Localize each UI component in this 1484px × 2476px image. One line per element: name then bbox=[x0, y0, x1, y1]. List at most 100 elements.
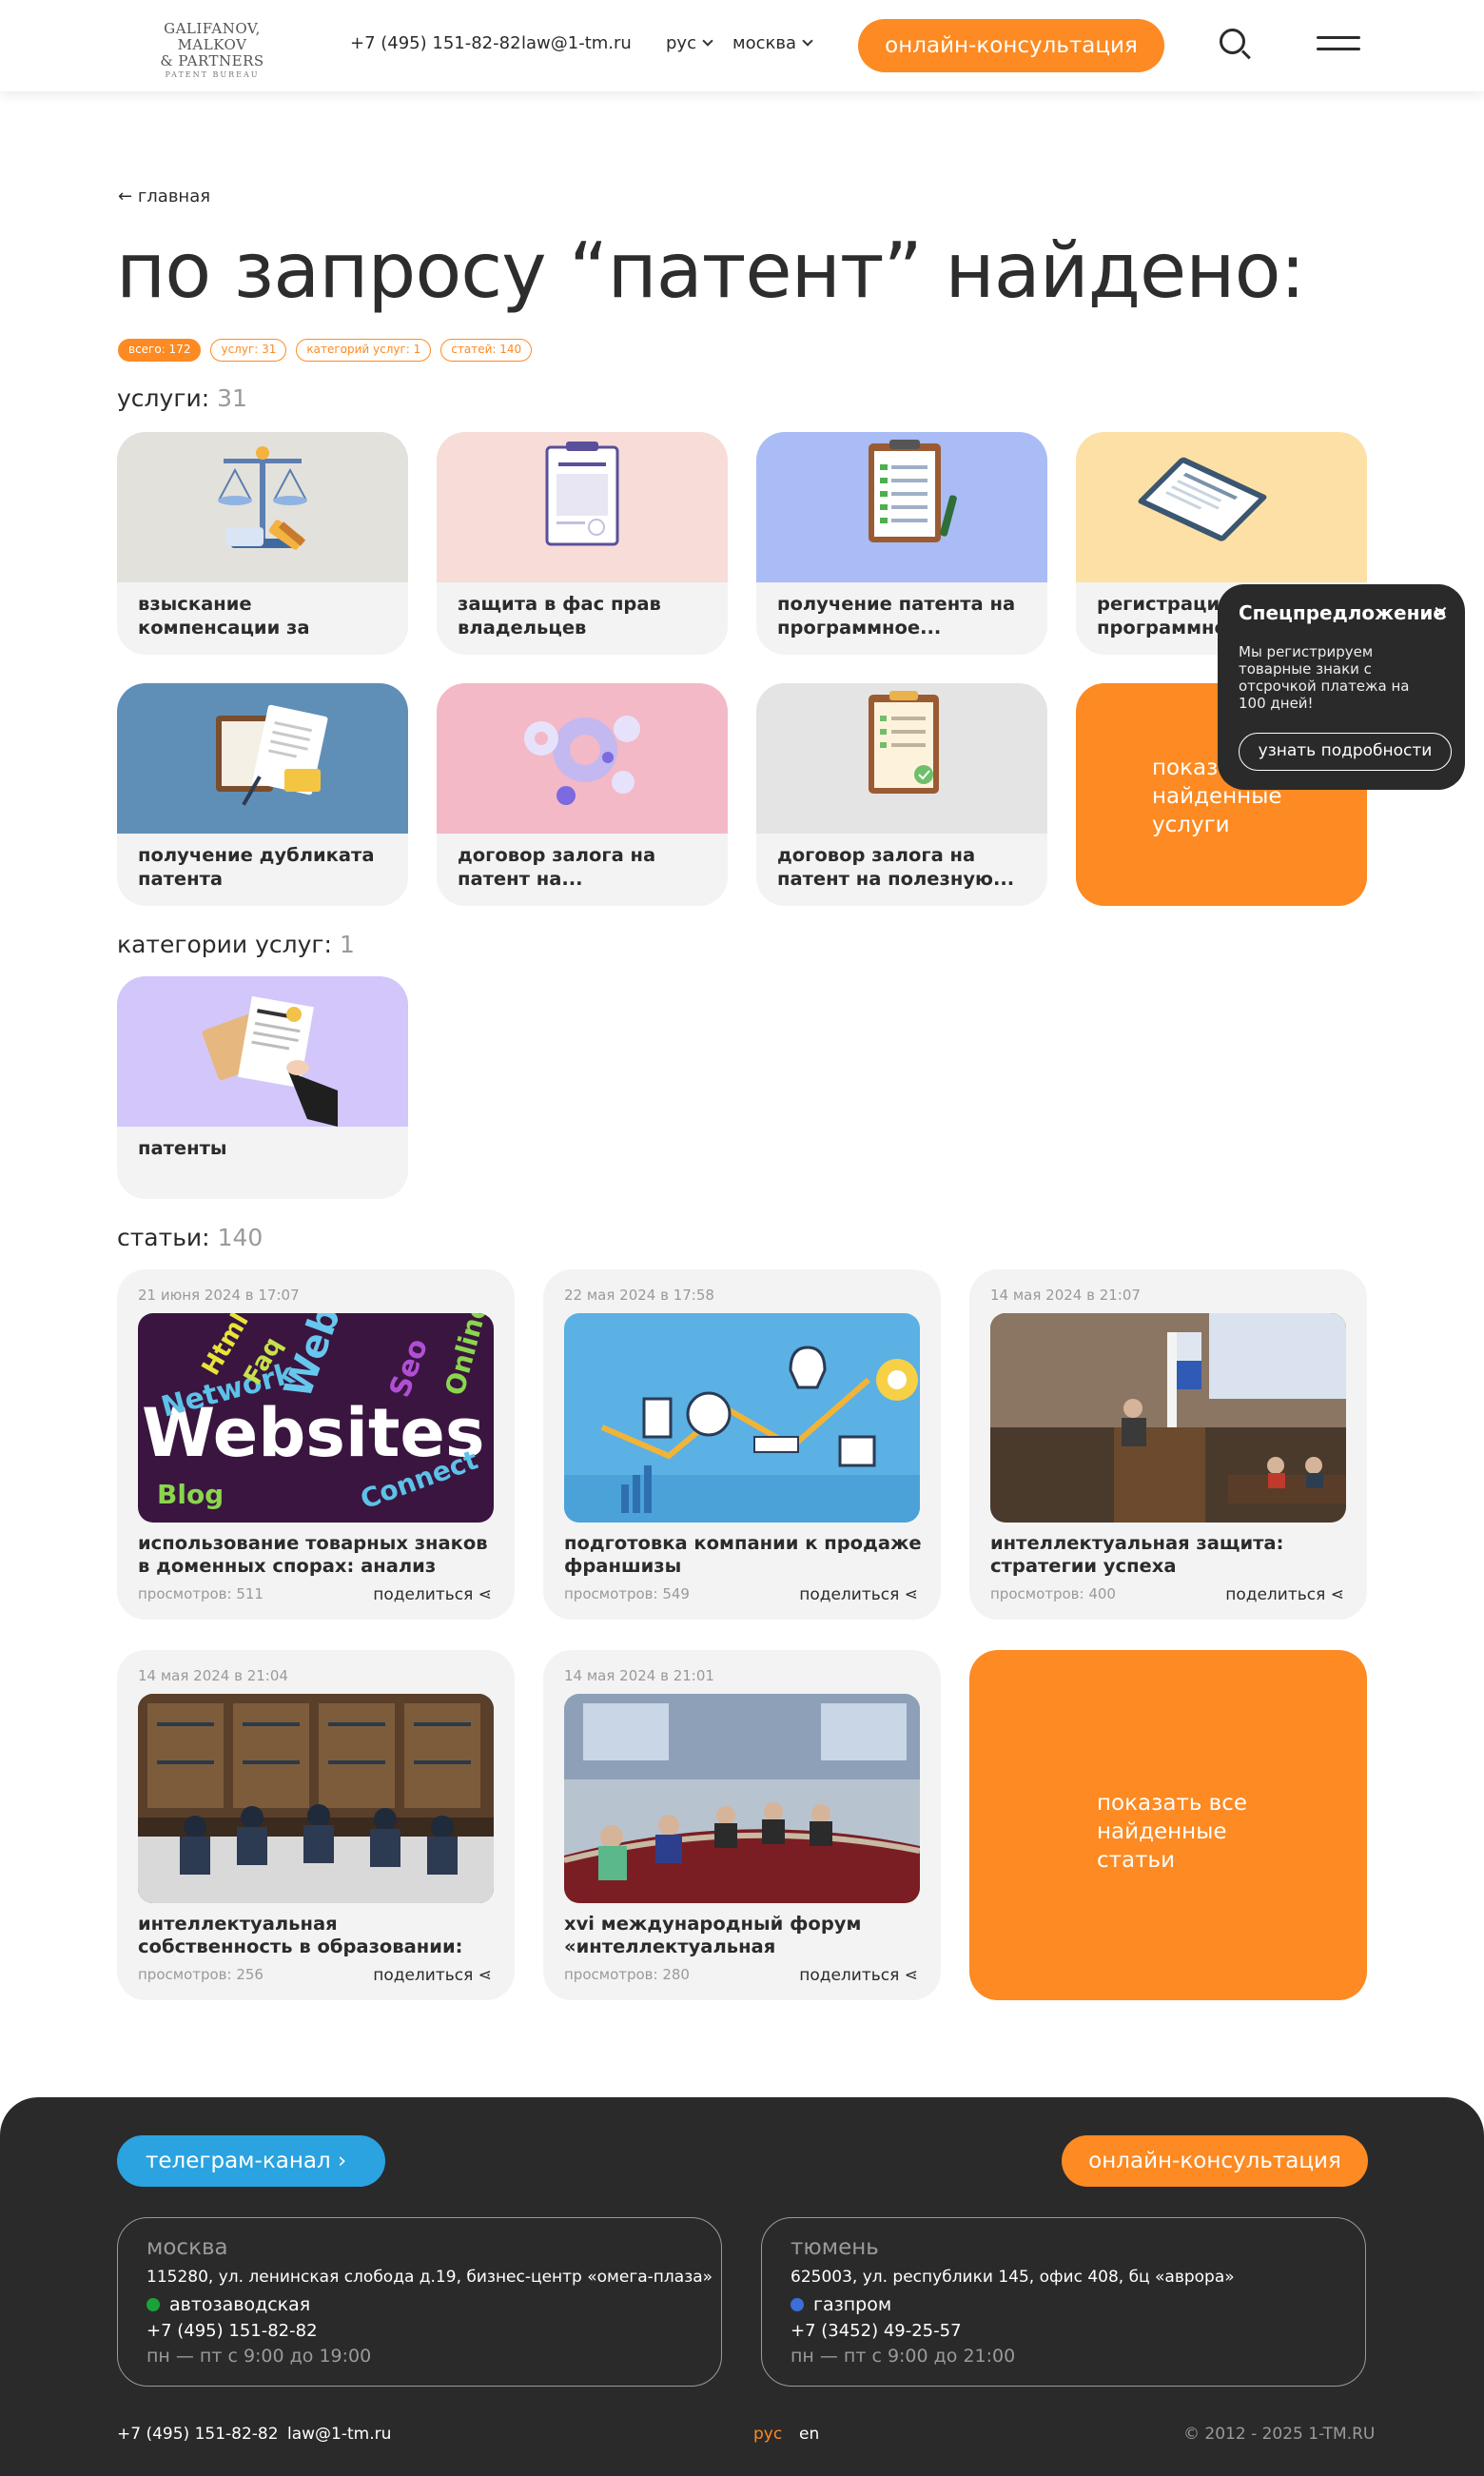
service-title: взыскание компенсации за нарушение патен… bbox=[138, 593, 372, 641]
article-date: 14 мая 2024 в 21:07 bbox=[990, 1287, 1141, 1304]
share-button[interactable]: поделиться ⋖ bbox=[799, 1966, 918, 1985]
office-card-moscow: москва 115280, ул. ленинская слобода д.1… bbox=[117, 2217, 722, 2387]
article-views: просмотров: 549 bbox=[564, 1585, 690, 1602]
article-card[interactable]: 14 мая 2024 в 21:07 интеллектуальная защ… bbox=[969, 1269, 1367, 1620]
article-card[interactable]: 21 июня 2024 в 17:07 Websites Web Networ… bbox=[117, 1269, 515, 1620]
article-title: использование товарных знаков в доменных… bbox=[138, 1532, 488, 1580]
article-image bbox=[990, 1313, 1346, 1523]
service-image bbox=[1076, 432, 1367, 582]
footer-consultation-button[interactable]: онлайн-консультация bbox=[1062, 2135, 1368, 2187]
hamburger-menu-icon[interactable] bbox=[1317, 36, 1360, 53]
article-title: интеллектуальная собственность в образов… bbox=[138, 1913, 463, 1960]
office-location: газпром bbox=[791, 2294, 891, 2315]
article-card[interactable]: 22 мая 2024 в 17:58 подготовка компании … bbox=[543, 1269, 941, 1620]
chip-articles[interactable]: статей: 140 bbox=[440, 339, 533, 362]
chevron-down-icon bbox=[802, 35, 813, 47]
service-card[interactable]: получение дубликата патента bbox=[117, 683, 408, 906]
site-footer: телеграм-канал › онлайн-консультация мос… bbox=[0, 2097, 1484, 2476]
office-city: москва bbox=[146, 2235, 228, 2260]
footer-lang-ru[interactable]: рус bbox=[753, 2425, 782, 2444]
article-card[interactable]: 14 мая 2024 в 21:04 интеллектуальная соб… bbox=[117, 1650, 515, 2000]
header-email-link[interactable]: law@1-tm.ru bbox=[521, 33, 632, 53]
services-heading-label: услуги: bbox=[117, 384, 210, 412]
share-icon: ⋖ bbox=[904, 1966, 918, 1985]
office-phone-link[interactable]: +7 (3452) 49-25-57 bbox=[791, 2321, 962, 2341]
chevron-right-icon: › bbox=[337, 2149, 347, 2173]
article-image bbox=[564, 1694, 920, 1903]
article-image: Websites Web Network Blog Connect Html F… bbox=[138, 1313, 494, 1523]
language-select[interactable]: рус bbox=[666, 33, 713, 53]
office-metro: автозаводская bbox=[146, 2294, 310, 2315]
category-card[interactable]: патенты bbox=[117, 976, 408, 1199]
location-label: газпром bbox=[813, 2294, 892, 2315]
share-icon: ⋖ bbox=[478, 1966, 492, 1985]
chip-services[interactable]: услуг: 31 bbox=[210, 339, 287, 362]
article-image bbox=[564, 1313, 920, 1523]
service-card[interactable]: взыскание компенсации за нарушение патен… bbox=[117, 432, 408, 655]
telegram-channel-button[interactable]: телеграм-канал › bbox=[117, 2135, 385, 2187]
footer-phone-link[interactable]: +7 (495) 151-82-82 bbox=[117, 2425, 279, 2444]
service-image bbox=[117, 683, 408, 834]
article-date: 14 мая 2024 в 21:01 bbox=[564, 1667, 714, 1684]
word-blog: Blog bbox=[157, 1479, 224, 1510]
share-icon: ⋖ bbox=[478, 1585, 492, 1604]
article-title: xvi международный форум «интеллектуальна… bbox=[564, 1913, 862, 1960]
share-button[interactable]: поделиться ⋖ bbox=[373, 1585, 492, 1604]
consultation-button[interactable]: онлайн-консультация bbox=[858, 19, 1164, 72]
article-title: подготовка компании к продаже франшизы bbox=[564, 1532, 922, 1577]
metro-label: автозаводская bbox=[169, 2294, 311, 2315]
special-offer-popup: Спецпредложение ✕ Мы регистрируем товарн… bbox=[1218, 584, 1465, 790]
chip-categories[interactable]: категорий услуг: 1 bbox=[296, 339, 432, 362]
service-card[interactable]: получение патента на программное... bbox=[756, 432, 1047, 655]
category-title: патенты bbox=[138, 1137, 227, 1159]
share-label: поделиться bbox=[799, 1966, 900, 1985]
article-date: 21 июня 2024 в 17:07 bbox=[138, 1287, 300, 1304]
service-title: договор залога на патент на... bbox=[458, 844, 656, 890]
chip-all[interactable]: всего: 172 bbox=[118, 339, 202, 362]
office-address: 625003, ул. республики 145, офис 408, бц… bbox=[791, 2268, 1235, 2287]
header-phone-link[interactable]: +7 (495) 151-82-82 bbox=[350, 33, 521, 53]
service-image bbox=[437, 432, 728, 582]
service-title: получение патента на программное... bbox=[777, 593, 1016, 639]
location-icon bbox=[791, 2298, 804, 2311]
back-link-label: главная bbox=[137, 187, 211, 206]
service-card[interactable]: договор залога на патент на... bbox=[437, 683, 728, 906]
share-button[interactable]: поделиться ⋖ bbox=[799, 1585, 918, 1604]
promo-details-button[interactable]: узнать подробности bbox=[1239, 733, 1452, 771]
city-select[interactable]: москва bbox=[732, 33, 813, 53]
services-count: 31 bbox=[217, 384, 247, 412]
logo-line1: GALIFANOV, MALKOV bbox=[164, 20, 261, 53]
share-button[interactable]: поделиться ⋖ bbox=[1225, 1585, 1344, 1604]
footer-lang-en[interactable]: en bbox=[799, 2425, 819, 2444]
office-card-tyumen: тюмень 625003, ул. республики 145, офис … bbox=[761, 2217, 1366, 2387]
chevron-down-icon bbox=[702, 35, 713, 47]
service-card[interactable]: защита в фас прав владельцев товарных... bbox=[437, 432, 728, 655]
service-image bbox=[756, 432, 1047, 582]
category-image bbox=[117, 976, 408, 1127]
show-all-articles-label: показать все найденные статьи bbox=[1097, 1791, 1248, 1873]
office-city: тюмень bbox=[791, 2235, 879, 2260]
service-title: защита в фас прав владельцев товарных... bbox=[458, 593, 661, 641]
articles-heading: статьи: 140 bbox=[117, 1224, 263, 1251]
office-address: 115280, ул. ленинская слобода д.19, бизн… bbox=[146, 2268, 713, 2287]
office-hours: пн — пт с 9:00 до 19:00 bbox=[146, 2346, 372, 2367]
close-icon[interactable]: ✕ bbox=[1433, 601, 1449, 624]
share-label: поделиться bbox=[1225, 1585, 1326, 1604]
footer-email-link[interactable]: law@1-tm.ru bbox=[287, 2425, 391, 2444]
filter-chips: всего: 172 услуг: 31 категорий услуг: 1 … bbox=[118, 339, 533, 362]
article-views: просмотров: 256 bbox=[138, 1966, 264, 1983]
show-all-articles-button[interactable]: показать все найденные статьи bbox=[969, 1650, 1367, 2000]
article-views: просмотров: 280 bbox=[564, 1966, 690, 1983]
logo[interactable]: GALIFANOV, MALKOV & PARTNERS PATENT BURE… bbox=[131, 21, 293, 81]
article-title: интеллектуальная защита: стратегии успех… bbox=[990, 1532, 1284, 1577]
office-phone-link[interactable]: +7 (495) 151-82-82 bbox=[146, 2321, 318, 2341]
service-card[interactable]: договор залога на патент на полезную... bbox=[756, 683, 1047, 906]
share-button[interactable]: поделиться ⋖ bbox=[373, 1966, 492, 1985]
share-icon: ⋖ bbox=[1330, 1585, 1344, 1604]
logo-sub: PATENT BUREAU bbox=[165, 70, 260, 79]
articles-heading-label: статьи: bbox=[117, 1224, 210, 1251]
article-views: просмотров: 511 bbox=[138, 1585, 264, 1602]
search-icon[interactable] bbox=[1220, 29, 1252, 61]
article-card[interactable]: 14 мая 2024 в 21:01 xvi международный фо… bbox=[543, 1650, 941, 2000]
back-link[interactable]: ← главная bbox=[118, 187, 210, 206]
